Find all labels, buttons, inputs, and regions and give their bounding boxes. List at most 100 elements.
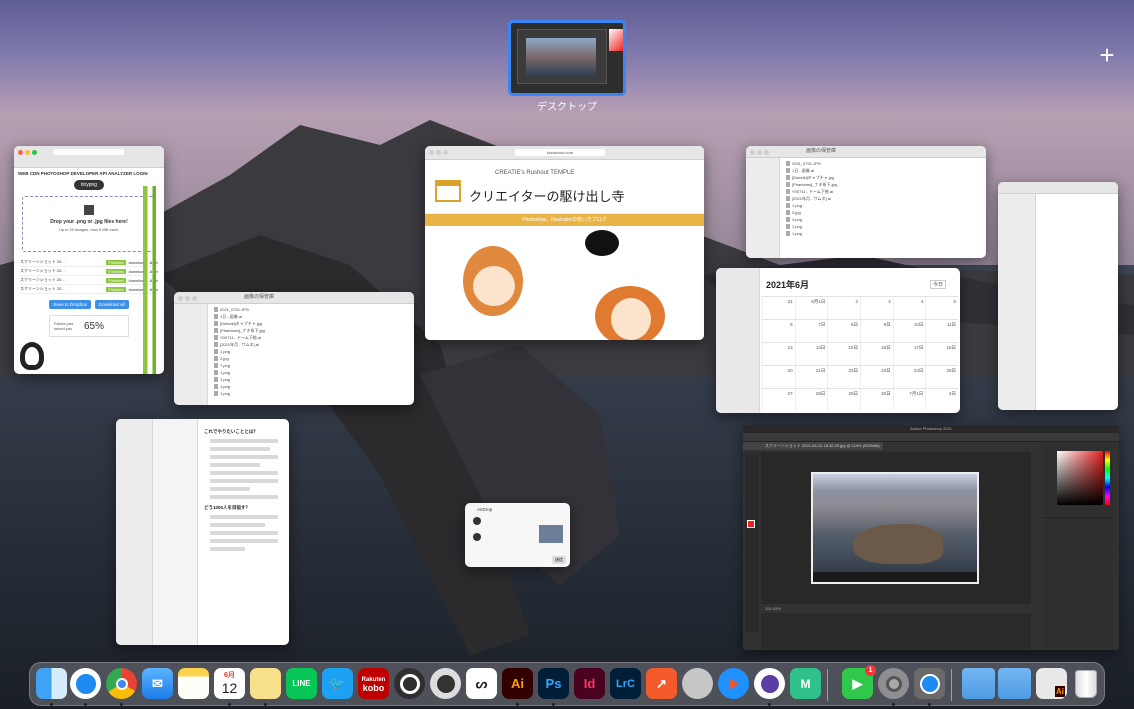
illustrator-document-icon[interactable]: Ai <box>1036 668 1067 699</box>
lightroom-classic-icon[interactable]: LrC <box>610 668 641 699</box>
airdrop-send-button[interactable]: 送信 <box>552 556 566 564</box>
file-list-item[interactable]: 1日 - 画像.ai <box>214 313 404 320</box>
file-list-item[interactable]: 1.png <box>214 348 404 355</box>
notes-window[interactable]: これでやりたいこととは？ どう1000人を目指す？ <box>116 419 289 645</box>
calendar-icon[interactable]: 6月 12 <box>214 668 245 699</box>
calendar-day-cell[interactable]: 4 <box>892 297 926 319</box>
mirror-icon[interactable]: M <box>790 668 821 699</box>
trash-icon[interactable] <box>1070 668 1101 699</box>
calendar-window[interactable]: 2021年6月 今日 31 6月1日 2 3 4 5 6 7日 8日 9日 10日 11日 13 14日 1… <box>716 268 960 413</box>
calendar-day-cell[interactable]: 24日 <box>892 366 926 388</box>
calendar-day-cell[interactable]: 18日 <box>925 343 958 365</box>
photoshop-window[interactable]: Adobe Photoshop 2021 スクリーンショット 2021-06-1… <box>743 425 1119 650</box>
file-list-item[interactable]: [2021年月 - サムネ].ai <box>214 341 404 348</box>
file-list-item[interactable]: 1.png <box>214 383 404 390</box>
calendar-day-cell[interactable]: 10日 <box>892 320 926 342</box>
save-to-dropbox-button[interactable]: Save to Dropbox <box>49 300 91 309</box>
system-preferences-icon[interactable] <box>878 668 909 699</box>
quicktime-icon[interactable] <box>430 668 461 699</box>
notes-icon[interactable] <box>178 668 209 699</box>
finder-window-far-right[interactable] <box>998 182 1118 410</box>
chrome-icon[interactable] <box>106 668 137 699</box>
calendar-day-cell[interactable]: 17日 <box>892 343 926 365</box>
file-list-item[interactable]: 2.jpg <box>214 355 404 362</box>
calendar-day-cell[interactable]: 15日 <box>827 343 860 365</box>
safari-beta-icon[interactable] <box>914 668 945 699</box>
folder-icon[interactable] <box>998 668 1031 699</box>
safari-icon[interactable] <box>70 668 101 699</box>
clip-studio-icon[interactable]: ᔕ <box>466 668 497 699</box>
file-list-item[interactable]: 1.png <box>214 376 404 383</box>
photoshop-doc-tab[interactable]: スクリーンショット 2021-06-12 18.30.29.jpg @ 119%… <box>743 442 883 450</box>
calendar-day-cell[interactable]: 2 <box>827 297 860 319</box>
calendar-day-cell[interactable]: 7日 <box>794 320 828 342</box>
hue-slider[interactable] <box>1105 451 1110 505</box>
calendar-day-cell[interactable]: 16日 <box>860 343 893 365</box>
blog-safari-window[interactable]: kurashout.com CREATIE's Rushout TEMPLE ク… <box>425 146 704 340</box>
file-list-item[interactable]: [Phantoms]_ナキ系下.jpg <box>786 181 976 188</box>
calendar-day-cell[interactable]: 25日 <box>925 366 958 388</box>
finder-window-left[interactable]: 画像の保管庫 2021_0701.JPG 1日 - 画像.ai [Dotoriki]… <box>174 292 414 405</box>
photoshop-color-panel[interactable] <box>1043 445 1113 515</box>
calendar-day-cell[interactable]: 6 <box>762 320 795 342</box>
calendar-day-cell[interactable]: 14日 <box>794 343 828 365</box>
calendar-day-cell[interactable]: 23日 <box>860 366 893 388</box>
photoshop-icon[interactable]: Ps <box>538 668 569 699</box>
airdrop-device-avatar[interactable] <box>473 517 481 525</box>
calendar-day-cell[interactable]: 29日 <box>827 389 860 411</box>
file-list-item[interactable]: 1.png <box>786 230 976 237</box>
airdrop-window[interactable]: AirDrop 送信 <box>465 503 570 567</box>
calendar-day-cell[interactable]: 11日 <box>925 320 958 342</box>
photoshop-color-swatches[interactable] <box>747 520 755 528</box>
calendar-day-cell[interactable]: 28日 <box>794 389 828 411</box>
file-list-item[interactable]: [Dotoriki]キャプチャ.jpg <box>214 320 404 327</box>
obs-icon[interactable] <box>394 668 425 699</box>
finder-icon[interactable] <box>36 668 67 699</box>
file-list-item[interactable]: [Phantoms]_ナキ系下.jpg <box>214 327 404 334</box>
calendar-day-cell[interactable]: 5 <box>925 297 958 319</box>
launchpad-icon[interactable] <box>682 668 713 699</box>
twitter-icon[interactable]: 🐦 <box>322 668 353 699</box>
file-list-item[interactable]: 1.png <box>786 223 976 230</box>
download-all-button[interactable]: Download all <box>94 300 129 309</box>
stocks-icon[interactable]: ↗ <box>646 668 677 699</box>
color-picker-field[interactable] <box>1057 451 1103 505</box>
file-list-item[interactable]: 3.png <box>786 216 976 223</box>
folder-icon[interactable] <box>962 668 995 699</box>
file-list-item[interactable]: Y00711 - ドーム下絵.ai <box>214 334 404 341</box>
calendar-day-cell[interactable]: 8日 <box>827 320 860 342</box>
tinypng-safari-window[interactable]: WEB CDN PHOTOSHOP DEVELOPER API ANALYZER… <box>14 146 164 374</box>
facetime-icon[interactable]: ▶ 1 <box>842 665 876 699</box>
line-icon[interactable]: LINE <box>286 668 317 699</box>
file-list-item[interactable]: 1.png <box>214 390 404 397</box>
file-list-item[interactable]: 1.png <box>214 369 404 376</box>
calendar-day-cell[interactable]: 31 <box>762 297 795 319</box>
tinypng-nav[interactable]: WEB CDN PHOTOSHOP DEVELOPER API ANALYZER… <box>14 168 164 179</box>
calendar-day-cell[interactable]: 3 <box>860 297 893 319</box>
file-list-item[interactable]: 2021_0701.JPG <box>786 160 976 167</box>
file-list-item[interactable]: 1.png <box>786 202 976 209</box>
finder-window-right[interactable]: 画像の保管庫 2021_0701.JPG 1日 - 画像.ai [Dotoriki]… <box>746 146 986 258</box>
calendar-day-cell[interactable]: 30日 <box>860 389 893 411</box>
calendar-day-cell[interactable]: 20 <box>762 366 795 388</box>
file-list-item[interactable]: [Dotoriki]キャプチャ.jpg <box>786 174 976 181</box>
screen-recorder-icon[interactable] <box>718 668 749 699</box>
rakuten-kobo-icon[interactable]: Rakuten kobo <box>358 668 389 699</box>
illustrator-icon[interactable]: Ai <box>502 668 533 699</box>
calendar-day-cell[interactable]: 7月1日 <box>892 389 926 411</box>
calendar-day-cell[interactable]: 21日 <box>794 366 828 388</box>
desktop-space-thumbnail[interactable] <box>508 20 626 96</box>
blog-url-field[interactable]: kurashout.com <box>515 149 605 156</box>
stickies-icon[interactable] <box>250 668 281 699</box>
airdrop-device-avatar[interactable] <box>473 533 481 541</box>
indesign-icon[interactable]: Id <box>574 668 605 699</box>
add-space-button[interactable]: + <box>1094 42 1120 68</box>
file-list-item[interactable]: 2.jpg <box>786 209 976 216</box>
calendar-day-cell[interactable]: 6月1日 <box>794 297 828 319</box>
mail-icon[interactable]: ✉ <box>142 668 173 699</box>
calendar-day-cell[interactable]: 13 <box>762 343 795 365</box>
calendar-day-cell[interactable]: 27 <box>762 389 795 411</box>
calendar-day-cell[interactable]: 2日 <box>925 389 958 411</box>
file-list-item[interactable]: 1日 - 画像.ai <box>786 167 976 174</box>
rocket-icon[interactable] <box>754 668 785 699</box>
